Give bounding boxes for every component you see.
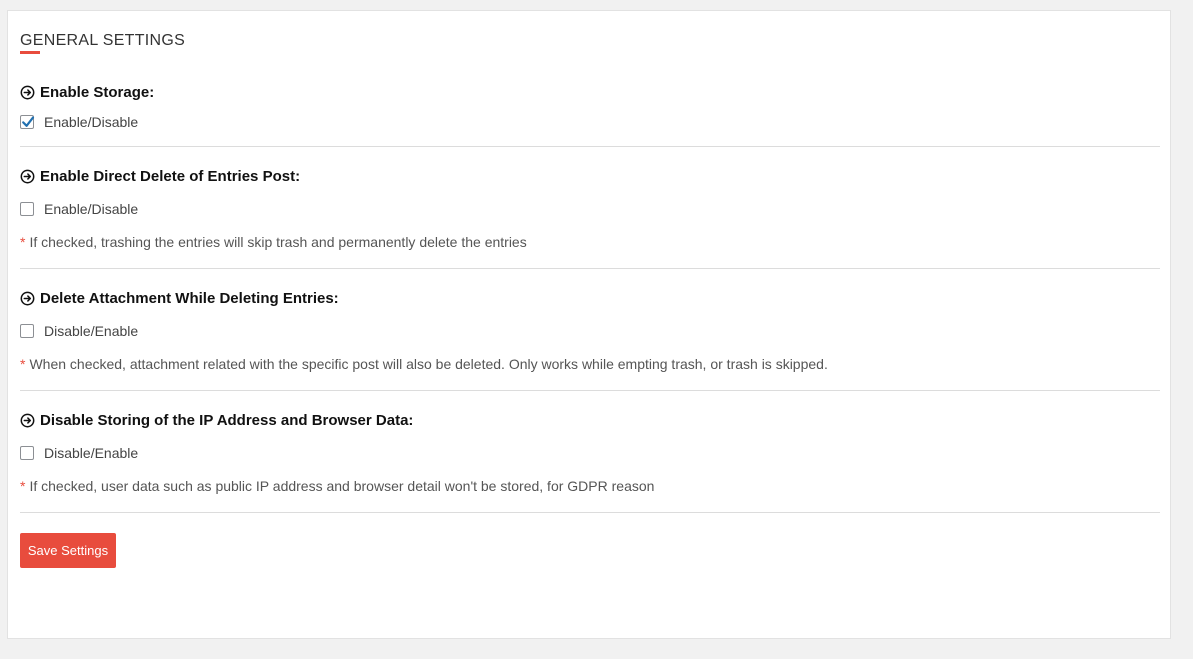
option-label: Disable/Enable (44, 323, 139, 339)
section-heading: Enable Storage: (20, 83, 154, 101)
help-note-text: If checked, trashing the entries will sk… (29, 234, 527, 250)
arrow-circle-right-icon (20, 169, 35, 183)
required-asterisk: * (20, 478, 26, 494)
disable-ip-storage-checkbox[interactable] (20, 446, 34, 460)
title-underline (20, 51, 40, 54)
divider (20, 512, 1160, 513)
checkmark-icon (22, 116, 35, 127)
section-heading: Delete Attachment While Deleting Entries… (20, 289, 339, 307)
divider (20, 268, 1160, 269)
direct-delete-option[interactable]: Enable/Disable (20, 200, 138, 218)
delete-attachment-checkbox[interactable] (20, 324, 34, 338)
section-heading-label: Enable Direct Delete of Entries Post: (40, 167, 301, 185)
section-heading: Disable Storing of the IP Address and Br… (20, 411, 413, 429)
settings-panel: GENERAL SETTINGS Enable Storage: Enable/… (7, 10, 1171, 639)
option-label: Enable/Disable (44, 201, 139, 217)
required-asterisk: * (20, 356, 26, 372)
enable-storage-option[interactable]: Enable/Disable (20, 113, 138, 131)
section-heading-label: Disable Storing of the IP Address and Br… (40, 411, 414, 429)
direct-delete-checkbox[interactable] (20, 202, 34, 216)
section-heading: Enable Direct Delete of Entries Post: (20, 167, 300, 185)
arrow-circle-right-icon (20, 413, 35, 427)
disable-ip-storage-option[interactable]: Disable/Enable (20, 444, 138, 462)
section-heading-label: Enable Storage: (40, 83, 155, 101)
save-settings-button[interactable]: Save Settings (20, 533, 116, 568)
divider (20, 390, 1160, 391)
arrow-circle-right-icon (20, 291, 35, 305)
help-note: * If checked, user data such as public IP… (20, 478, 654, 494)
delete-attachment-option[interactable]: Disable/Enable (20, 322, 138, 340)
option-label: Enable/Disable (44, 114, 139, 130)
page-title: GENERAL SETTINGS (20, 32, 186, 49)
divider (20, 146, 1160, 147)
option-label: Disable/Enable (44, 445, 139, 461)
required-asterisk: * (20, 234, 26, 250)
section-heading-label: Delete Attachment While Deleting Entries… (40, 289, 339, 307)
help-note: * If checked, trashing the entries will s… (20, 234, 527, 250)
help-note: * When checked, attachment related with t… (20, 356, 828, 372)
help-note-text: If checked, user data such as public IP … (29, 478, 655, 494)
help-note-text: When checked, attachment related with th… (29, 356, 828, 372)
enable-storage-checkbox[interactable] (20, 115, 35, 129)
arrow-circle-right-icon (20, 85, 35, 99)
